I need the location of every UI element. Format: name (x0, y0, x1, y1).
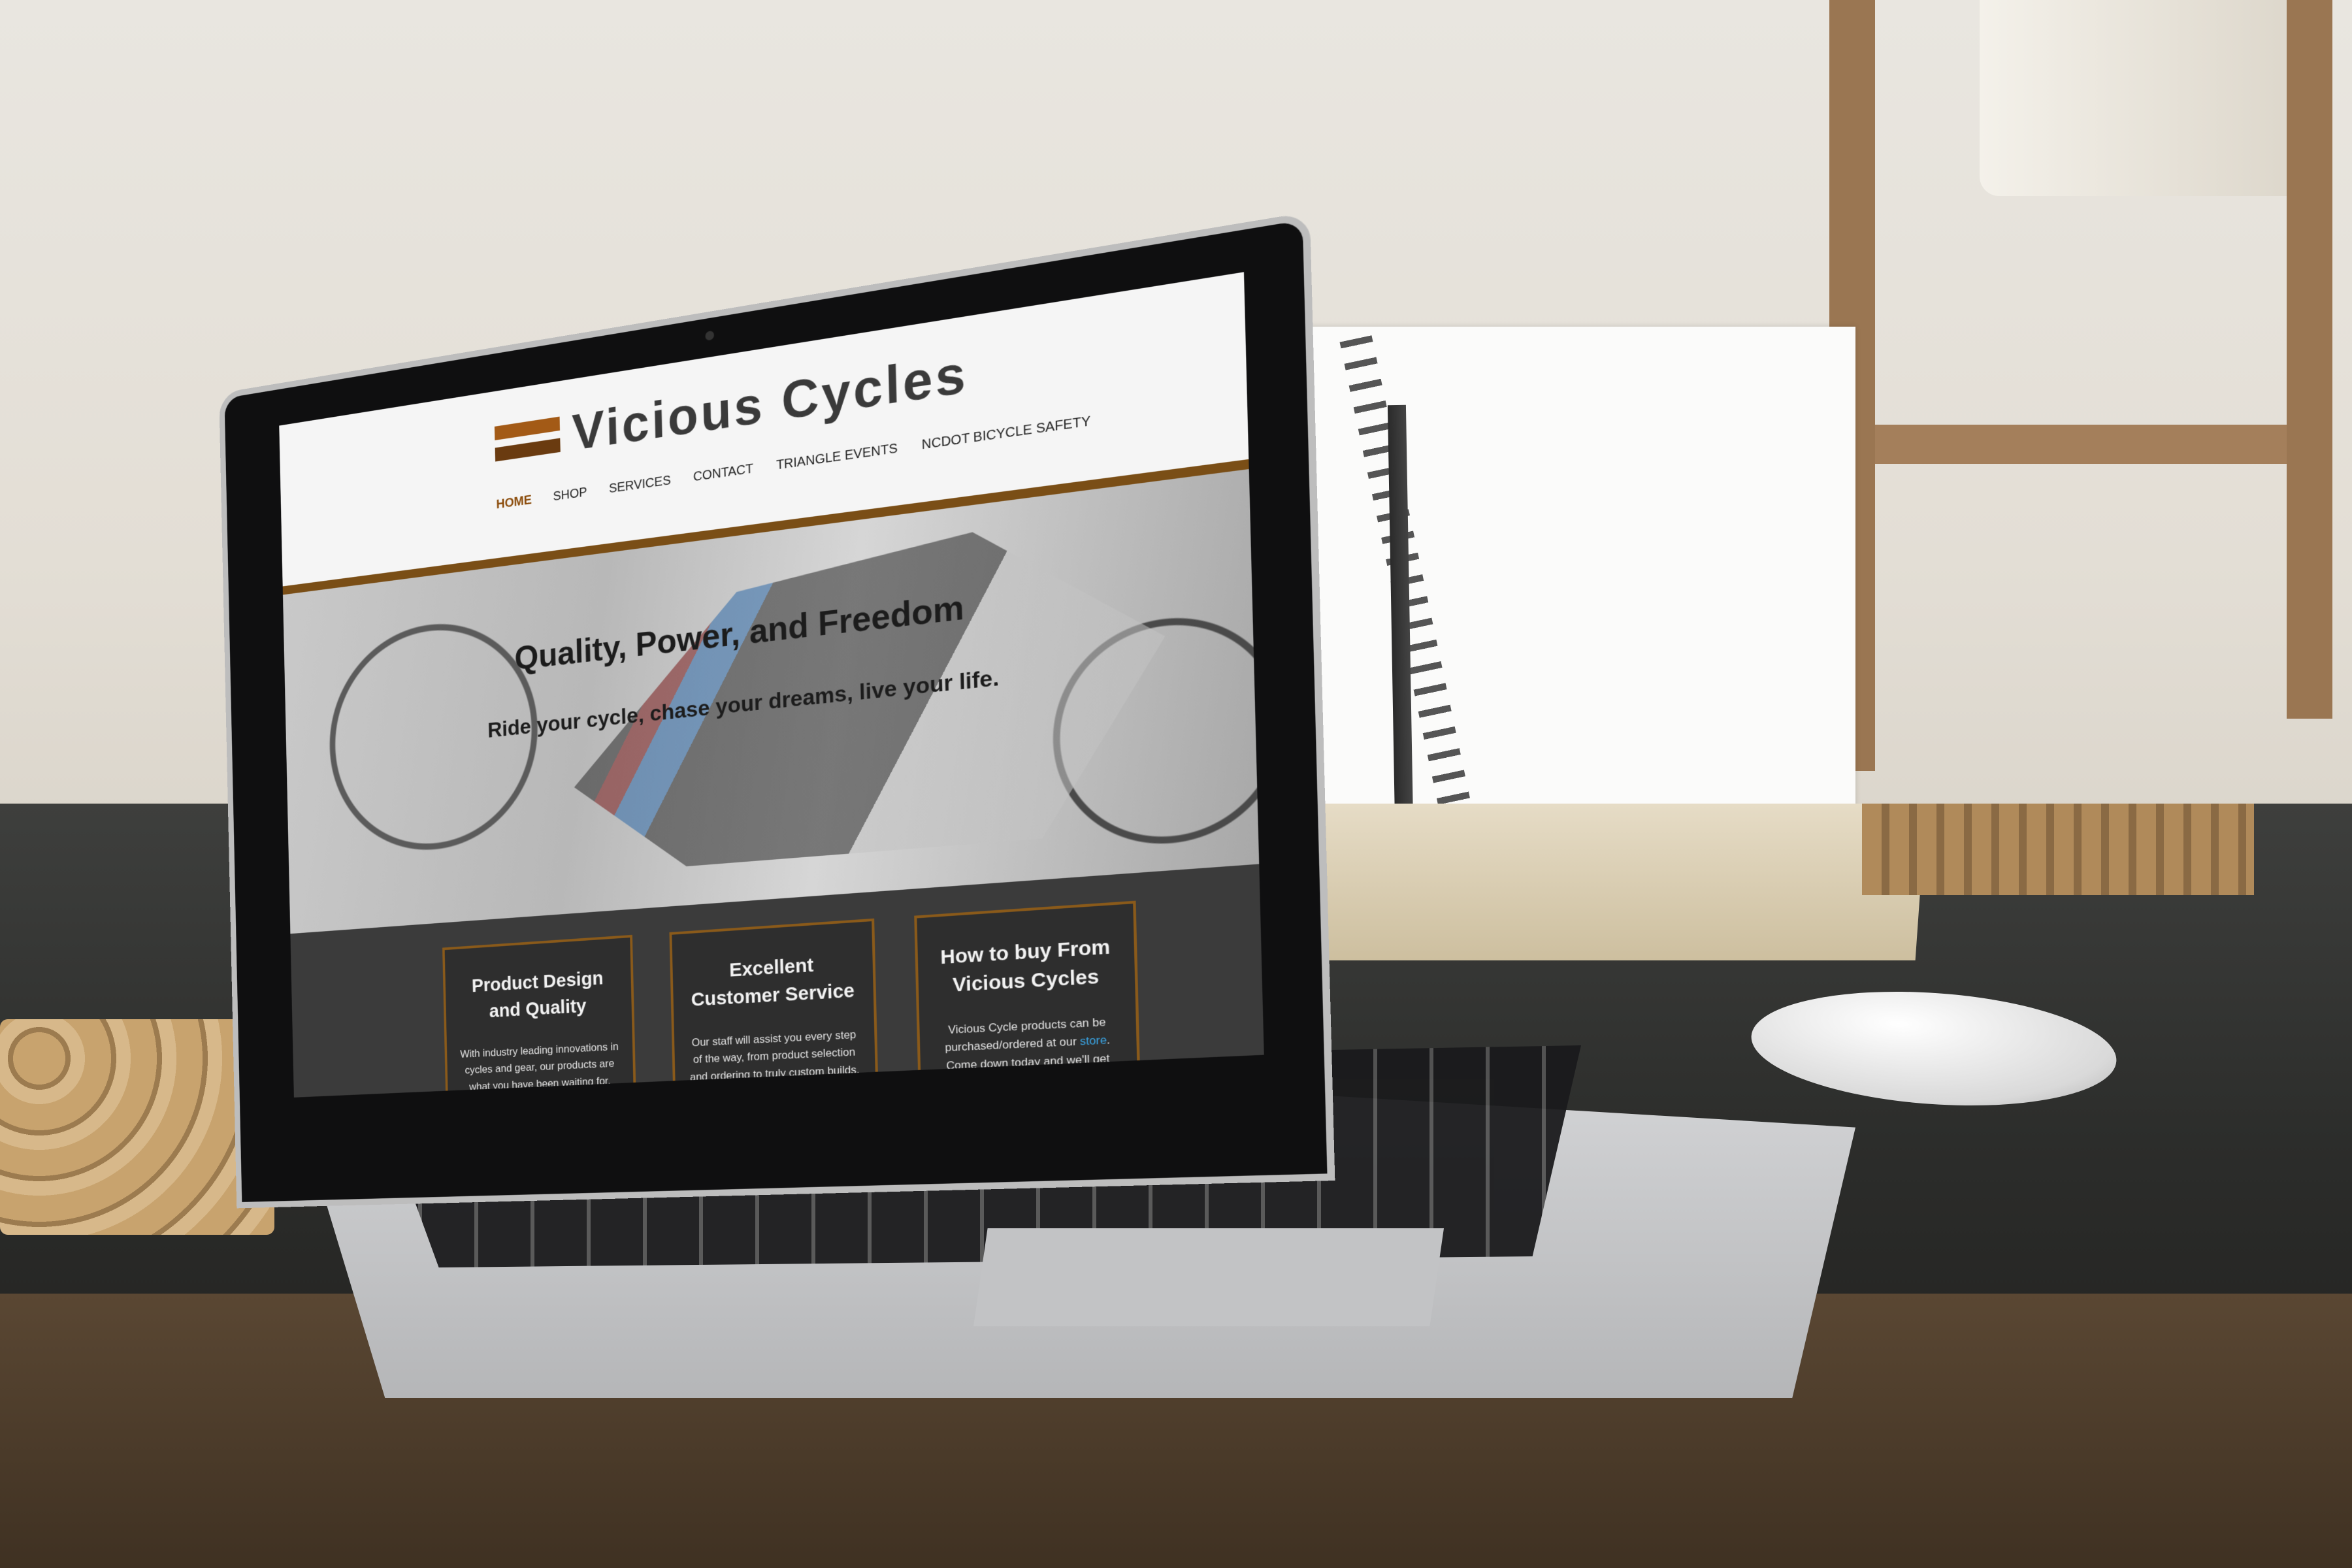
notebook-stand (1275, 804, 1927, 960)
card-body: Vicious Cycle products can be purchased/… (934, 1013, 1122, 1093)
card-title: Excellent Customer Service (691, 954, 855, 1011)
nav-shop[interactable]: SHOP (553, 485, 587, 504)
logo-mark-icon (494, 413, 561, 466)
card-product-design: Product Design and Quality With industry… (442, 934, 637, 1098)
card-title: Product Design and Quality (471, 967, 604, 1022)
ladder-rung (1875, 425, 2287, 464)
card-body: Our staff will assist you every step of … (689, 1028, 860, 1083)
nav-triangle-events[interactable]: TRIANGLE EVENTS (776, 441, 898, 473)
nav-home[interactable]: HOME (496, 493, 532, 512)
wood-mat-right (1862, 804, 2254, 895)
card-title: How to buy From Vicious Cycles (940, 936, 1111, 996)
card-how-to-buy: How to buy From Vicious Cycles Vicious C… (914, 900, 1141, 1098)
card-body: With industry leading innovations in cyc… (460, 1040, 619, 1093)
nav-services[interactable]: SERVICES (609, 473, 671, 497)
nav-contact[interactable]: CONTACT (693, 461, 753, 485)
laptop-trackpad (973, 1228, 1444, 1326)
camera-icon (705, 330, 715, 341)
store-link[interactable]: store (1080, 1034, 1107, 1048)
feature-cards: Product Design and Quality With industry… (442, 900, 1141, 1098)
laptop-screen: Vicious Cycles HOME SHOP SERVICES CONTAC… (279, 272, 1264, 1098)
ladder-post-right (2287, 0, 2332, 719)
lamp-shade (1980, 0, 2306, 196)
card-customer-service: Excellent Customer Service Our staff wil… (669, 918, 879, 1098)
nav-ncdot-bicycle-safety[interactable]: NCDOT BICYCLE SAFETY (921, 414, 1090, 453)
